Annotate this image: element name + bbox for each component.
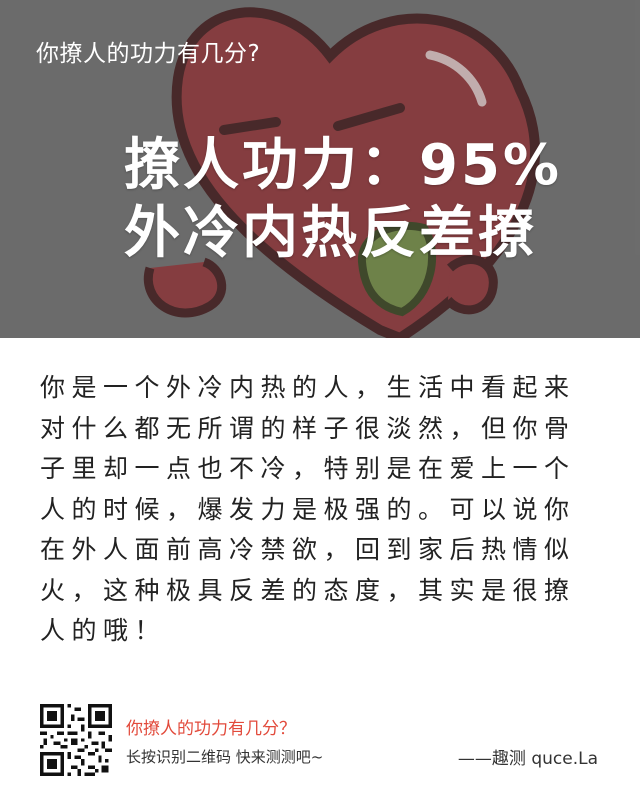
- result-description: 你是一个外冷内热的人，生活中看起来对什么都无所谓的样子很淡然，但你骨子里却一点也…: [40, 373, 576, 645]
- brand-signature: ——趣测 quce.La: [457, 749, 598, 769]
- quiz-title: 你撩人的功力有几分?: [36, 41, 261, 67]
- qr-code-icon[interactable]: [40, 704, 112, 776]
- share-hint: 长按识别二维码 快来测测吧~: [126, 748, 324, 766]
- share-quiz-title: 你撩人的功力有几分？: [126, 719, 296, 739]
- hero-banner: 你撩人的功力有几分? 撩人功力：95% 外冷内热反差撩: [0, 0, 640, 338]
- result-type-text: 外冷内热反差撩: [124, 201, 537, 266]
- score-text: 撩人功力：95%: [124, 133, 563, 198]
- share-footer: 你撩人的功力有几分？ 长按识别二维码 快来测测吧~ ——趣测 quce.La: [0, 700, 640, 797]
